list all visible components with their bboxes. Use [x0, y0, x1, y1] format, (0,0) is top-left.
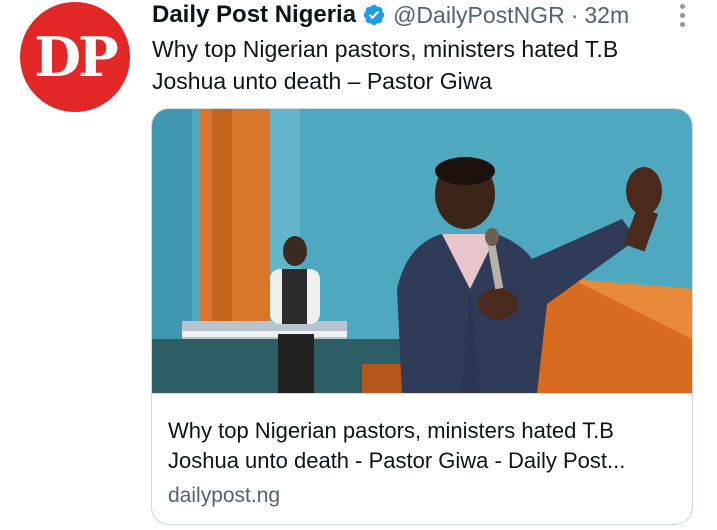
avatar[interactable]: DP: [20, 2, 130, 112]
card-domain: dailypost.ng: [168, 484, 281, 507]
verified-badge-icon: [363, 4, 385, 26]
user-handle[interactable]: @DailyPostNGR: [393, 2, 565, 29]
card-image[interactable]: [152, 109, 692, 393]
separator-dot: ·: [570, 1, 579, 28]
link-card[interactable]: Why top Nigerian pastors, ministers hate…: [151, 108, 693, 525]
tweet-header: Daily Post Nigeria @DailyPostNGR · 32m: [152, 0, 629, 30]
tweet-text: Why top Nigerian pastors, ministers hate…: [152, 36, 619, 94]
card-title-line2: Joshua unto death - Pastor Giwa - Daily …: [168, 448, 626, 473]
timestamp[interactable]: 32m: [584, 2, 629, 29]
display-name[interactable]: Daily Post Nigeria: [152, 1, 356, 29]
card-title-line1: Why top Nigerian pastors, ministers hate…: [168, 418, 614, 443]
card-body[interactable]: Why top Nigerian pastors, ministers hate…: [152, 393, 692, 524]
avatar-logo-text: DP: [34, 25, 118, 89]
more-vertical-icon[interactable]: [672, 0, 692, 30]
